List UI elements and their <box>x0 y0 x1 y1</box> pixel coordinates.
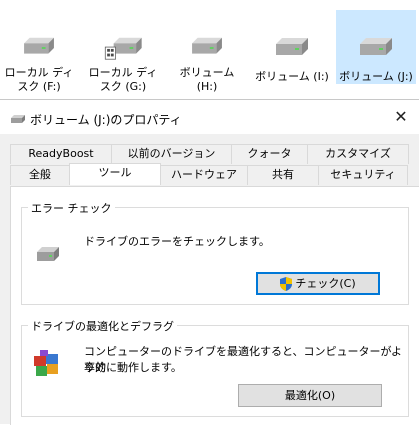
optimize-button[interactable]: 最適化(O) <box>238 384 382 407</box>
hard-drive-icon <box>360 38 392 55</box>
optimize-group: ドライブの最適化とデフラグ コンピューターのドライブを最適化すると、コンピュータ… <box>21 318 409 417</box>
optimize-title: ドライブの最適化とデフラグ <box>28 318 177 334</box>
check-button[interactable]: チェック(C) <box>256 272 380 295</box>
properties-dialog: ボリューム (J:)のプロパティ ✕ ReadyBoost 以前のバージョン ク… <box>0 99 419 425</box>
tools-panel: エラー チェック ドライブのエラーをチェックします。 チェック(C) ドライブの… <box>10 186 419 425</box>
hard-drive-icon <box>276 38 308 55</box>
dialog-titlebar: ボリューム (J:)のプロパティ ✕ <box>0 100 419 134</box>
drive-item-j[interactable]: ボリューム (J:) <box>336 10 416 84</box>
tab-row-2: 全般 ツール ハードウェア 共有 セキュリティ <box>10 163 408 187</box>
drive-label-line1: ローカル ディ <box>88 66 158 79</box>
close-icon: ✕ <box>394 107 408 126</box>
check-button-label: チェック(C) <box>295 277 356 290</box>
hard-drive-icon <box>192 37 222 54</box>
error-check-group: エラー チェック ドライブのエラーをチェックします。 チェック(C) <box>21 200 409 305</box>
tab-readyboost[interactable]: ReadyBoost <box>10 144 112 164</box>
drive-icon <box>11 115 25 123</box>
tab-security[interactable]: セキュリティ <box>318 165 408 185</box>
drive-item-i[interactable]: ボリューム (I:) <box>252 10 332 94</box>
drive-item-h[interactable]: ボリューム (H:) <box>170 10 244 94</box>
tab-tools[interactable]: ツール <box>69 163 161 185</box>
drive-label-line1: ローカル ディ <box>4 66 74 79</box>
drive-label-line2: (H:) <box>196 80 218 93</box>
drive-item-f[interactable]: ローカル ディ スク (F:) <box>2 10 76 94</box>
drive-icon <box>37 247 59 261</box>
tab-hardware[interactable]: ハードウェア <box>160 165 248 185</box>
drive-label-line2: スク (F:) <box>17 80 61 93</box>
drive-label-line1: ボリューム (I:) <box>255 70 329 83</box>
drive-list: ローカル ディ スク (F:) ローカル ディ スク (G:) ボリューム (H… <box>0 0 419 98</box>
hard-drive-icon <box>24 37 54 54</box>
close-button[interactable]: ✕ <box>391 107 411 127</box>
tab-customize[interactable]: カスタマイズ <box>307 144 409 164</box>
optimize-description-line2: 率的に動作します。 <box>84 361 182 374</box>
tab-row-1: ReadyBoost 以前のバージョン クォータ カスタマイズ <box>10 144 409 164</box>
tab-general[interactable]: 全般 <box>10 165 70 185</box>
optimize-button-label: 最適化(O) <box>284 389 336 402</box>
dialog-title: ボリューム (J:)のプロパティ <box>30 113 182 127</box>
drive-label-line1: ボリューム <box>179 66 235 79</box>
defrag-icon <box>34 350 58 376</box>
error-check-title: エラー チェック <box>28 200 115 216</box>
drive-label-line2: スク (G:) <box>99 80 147 93</box>
drive-item-g[interactable]: ローカル ディ スク (G:) <box>86 10 160 94</box>
tab-sharing[interactable]: 共有 <box>247 165 319 185</box>
drive-label-line1: ボリューム (J:) <box>339 70 413 83</box>
tab-quota[interactable]: クォータ <box>231 144 308 164</box>
hard-drive-icon <box>104 37 142 60</box>
uac-shield-icon <box>280 276 293 291</box>
tab-previous-versions[interactable]: 以前のバージョン <box>111 144 232 164</box>
error-check-description: ドライブのエラーをチェックします。 <box>84 235 270 248</box>
